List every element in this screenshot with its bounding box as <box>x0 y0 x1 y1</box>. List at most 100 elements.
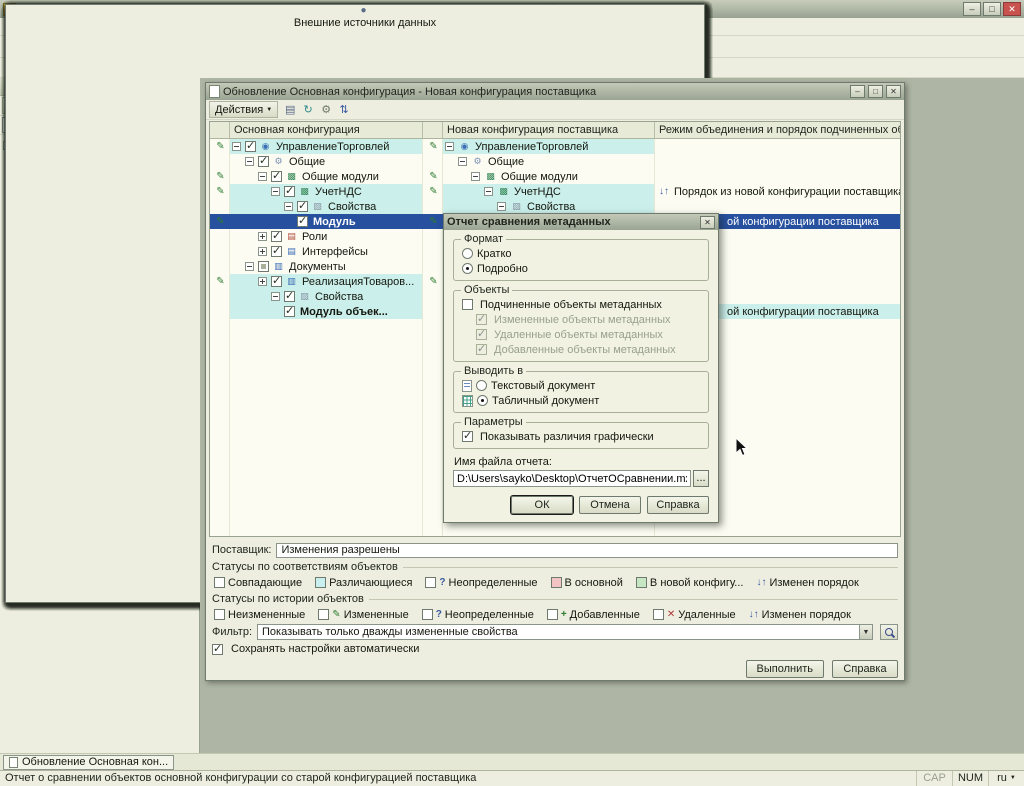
row-checkbox[interactable] <box>284 291 295 302</box>
autosave-checkbox[interactable] <box>212 644 223 655</box>
comparison-row-4[interactable]: ✎▩УчетНДС✎▩УчетНДС↓↑Порядок из новой кон… <box>210 184 900 199</box>
settings-icon[interactable]: ⚙ <box>317 101 335 119</box>
dialog-help-button[interactable]: Справка <box>647 496 709 514</box>
row-checkbox[interactable] <box>297 216 308 227</box>
status-label: Неопределенные <box>449 577 538 589</box>
search-icon[interactable] <box>880 624 898 640</box>
status-label: Добавленные <box>570 609 640 621</box>
subordinate-objects-option[interactable]: Подчиненные объекты метаданных <box>462 297 700 312</box>
status-checkbox[interactable] <box>547 609 558 620</box>
table-document-option[interactable]: Табличный документ <box>462 393 700 408</box>
row-checkbox[interactable] <box>271 276 282 287</box>
language-indicator[interactable]: ru <box>988 771 1024 786</box>
row-checkbox[interactable] <box>271 171 282 182</box>
expand-icon[interactable] <box>445 142 454 151</box>
row-checkbox[interactable] <box>271 246 282 257</box>
show-differences-option[interactable]: Показывать различия графически <box>462 429 700 444</box>
radio-icon[interactable] <box>462 248 473 259</box>
chevron-down-icon[interactable] <box>859 625 872 639</box>
object-name: Общие <box>486 156 526 168</box>
status-checkbox[interactable] <box>425 577 436 588</box>
status-checkbox[interactable] <box>653 609 664 620</box>
cancel-button[interactable]: Отмена <box>579 496 641 514</box>
changed-flag-icon: ✎ <box>216 141 224 152</box>
sidebar-item-18[interactable]: ●Внешние источники данных <box>5 135 199 603</box>
expand-icon[interactable] <box>258 232 267 241</box>
flag-column-header <box>423 122 443 138</box>
format-detailed-option[interactable]: Подробно <box>462 261 700 276</box>
status-checkbox[interactable] <box>318 609 329 620</box>
row-checkbox[interactable] <box>284 186 295 197</box>
row-checkbox[interactable] <box>284 306 295 317</box>
filter-combobox[interactable]: Показывать только дважды измененные свой… <box>257 624 873 640</box>
comparison-row-1[interactable]: ✎◉УправлениеТорговлей✎◉УправлениеТорговл… <box>210 139 900 154</box>
radio-selected-icon[interactable] <box>477 395 488 406</box>
row-checkbox[interactable] <box>245 141 256 152</box>
checkbox-icon[interactable] <box>462 299 473 310</box>
update-window-tab[interactable]: Обновление Основная кон... <box>3 755 174 770</box>
status-checkbox[interactable] <box>551 577 562 588</box>
row-checkbox[interactable] <box>297 201 308 212</box>
status-checkbox[interactable] <box>422 609 433 620</box>
child-minimize-button[interactable] <box>850 85 865 98</box>
refresh-icon[interactable]: ↻ <box>299 101 317 119</box>
expand-icon[interactable] <box>284 202 293 211</box>
expand-icon[interactable] <box>258 277 267 286</box>
expand-icon[interactable] <box>497 202 506 211</box>
help-button[interactable]: Справка <box>832 660 898 678</box>
status-checkbox[interactable] <box>214 609 225 620</box>
status-checkbox[interactable] <box>636 577 647 588</box>
checkbox-checked-icon[interactable] <box>462 431 473 442</box>
expand-icon[interactable] <box>458 157 467 166</box>
expand-icon[interactable] <box>484 187 493 196</box>
row-checkbox[interactable] <box>271 231 282 242</box>
status-icon: ✕ <box>667 609 675 620</box>
close-button[interactable] <box>1003 2 1021 16</box>
expand-icon[interactable] <box>271 187 280 196</box>
update-actions-button[interactable]: Действия <box>209 101 278 118</box>
history-status-item-3: ?Неопределенные <box>422 609 534 621</box>
dialog-title-bar[interactable]: Отчет сравнения метаданных <box>444 214 718 230</box>
comparison-row-5[interactable]: ▧Свойства▧Свойства <box>210 199 900 214</box>
minimize-button[interactable] <box>963 2 981 16</box>
order-icon[interactable]: ⇅ <box>335 101 353 119</box>
row-checkbox[interactable] <box>258 261 269 272</box>
expand-icon[interactable] <box>271 292 280 301</box>
object-name: Модуль <box>311 216 358 228</box>
report-filename-input[interactable] <box>453 470 691 487</box>
comparison-row-3[interactable]: ✎▩Общие модули✎▩Общие модули <box>210 169 900 184</box>
expand-icon[interactable] <box>471 172 480 181</box>
objects-group: Объекты Подчиненные объекты метаданных И… <box>453 290 709 362</box>
status-label: Измененные <box>344 609 409 621</box>
supplier-field[interactable]: Изменения разрешены <box>276 543 898 558</box>
row-checkbox[interactable] <box>258 156 269 167</box>
status-checkbox[interactable] <box>214 577 225 588</box>
browse-button[interactable]: ... <box>693 470 709 487</box>
maximize-button[interactable] <box>983 2 1001 16</box>
text-document-option[interactable]: Текстовый документ <box>462 378 700 393</box>
object-name: Общие модули <box>499 171 580 183</box>
output-group: Выводить в Текстовый документ Табличный … <box>453 371 709 413</box>
radio-selected-icon[interactable] <box>462 263 473 274</box>
changed-flag-icon: ✎ <box>216 171 224 182</box>
format-brief-option[interactable]: Кратко <box>462 246 700 261</box>
dialog-close-button[interactable] <box>700 216 715 229</box>
ok-button[interactable]: ОК <box>511 496 573 514</box>
child-maximize-button[interactable] <box>868 85 883 98</box>
update-window-titlebar[interactable]: Обновление Основная конфигурация - Новая… <box>206 83 904 100</box>
child-close-button[interactable] <box>886 85 901 98</box>
object-icon: ▧ <box>510 201 523 212</box>
expand-icon[interactable] <box>232 142 241 151</box>
expand-icon[interactable] <box>245 262 254 271</box>
expand-icon[interactable] <box>258 247 267 256</box>
radio-icon[interactable] <box>476 380 487 391</box>
history-status-item-5: ✕Удаленные <box>653 609 736 621</box>
expand-icon[interactable] <box>245 157 254 166</box>
status-checkbox[interactable] <box>315 577 326 588</box>
expand-icon[interactable] <box>258 172 267 181</box>
comparison-row-2[interactable]: ⚙Общие⚙Общие <box>210 154 900 169</box>
run-button[interactable]: Выполнить <box>746 660 824 678</box>
filter-value: Показывать только дважды измененные свой… <box>258 626 859 638</box>
object-icon: ▧ <box>311 201 324 212</box>
open-object-icon[interactable]: ▤ <box>281 101 299 119</box>
